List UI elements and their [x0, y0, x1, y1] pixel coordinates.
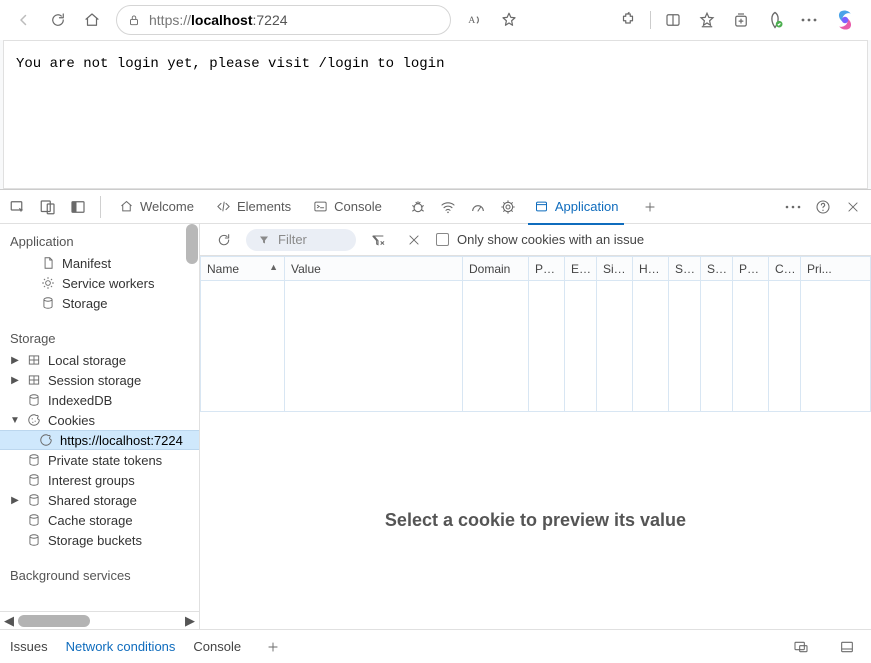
only-issue-checkbox[interactable]	[436, 233, 449, 246]
cookies-panel: Filter Only show cookies with an issue N…	[200, 224, 871, 629]
extensions-button[interactable]	[612, 4, 644, 36]
favorite-button[interactable]	[493, 4, 525, 36]
dock-side-button[interactable]	[64, 193, 92, 221]
filter-icon	[258, 234, 270, 246]
sidebar-item-local-storage[interactable]: ▶Local storage	[0, 350, 199, 370]
sidebar-item-storage-buckets[interactable]: Storage buckets	[0, 530, 199, 550]
col-size[interactable]: Size	[597, 257, 633, 281]
scrollbar-vertical[interactable]	[185, 224, 199, 629]
sidebar-item-session-storage[interactable]: ▶Session storage	[0, 370, 199, 390]
only-issue-label: Only show cookies with an issue	[457, 232, 644, 247]
drawer-tab-issues[interactable]: Issues	[10, 639, 48, 654]
devtools-help-button[interactable]	[809, 193, 837, 221]
cookies-toolbar: Filter Only show cookies with an issue	[200, 224, 871, 256]
tab-elements-label: Elements	[237, 199, 291, 214]
sidebar-item-cookies-origin[interactable]: https://localhost:7224	[0, 430, 199, 450]
read-aloud-button[interactable]: A	[459, 4, 491, 36]
refresh-cookies-button[interactable]	[210, 226, 238, 254]
tab-elements[interactable]: Elements	[206, 190, 301, 224]
col-pri[interactable]: Pri...	[801, 257, 871, 281]
collections-button[interactable]	[725, 4, 757, 36]
more-button[interactable]	[793, 4, 825, 36]
tab-welcome[interactable]: Welcome	[109, 190, 204, 224]
performance-icon[interactable]	[464, 193, 492, 221]
sidebar-item-cache-storage[interactable]: Cache storage	[0, 510, 199, 530]
cookies-filter-input[interactable]: Filter	[246, 229, 356, 251]
address-bar[interactable]: https://localhost:7224	[116, 5, 451, 35]
address-url: https://localhost:7224	[149, 12, 440, 28]
sidebar-item-indexeddb[interactable]: IndexedDB	[0, 390, 199, 410]
application-icon	[534, 199, 549, 214]
drawer-tab-console[interactable]: Console	[193, 639, 241, 654]
table-header-row: Name▲ValueDomainPathEx...SizeHtt...Se...…	[201, 257, 871, 281]
cookie-preview-empty: Select a cookie to preview its value	[200, 412, 871, 629]
filter-placeholder: Filter	[278, 232, 307, 247]
split-screen-button[interactable]	[657, 4, 689, 36]
col-sa[interactable]: Sa...	[701, 257, 733, 281]
clear-filter-button[interactable]	[364, 226, 392, 254]
col-path[interactable]: Path	[529, 257, 565, 281]
console-icon	[313, 199, 328, 214]
device-toggle-button[interactable]	[34, 193, 62, 221]
devtools-tabs: Welcome Elements Console Application	[0, 190, 871, 224]
table-row	[201, 281, 871, 411]
drawer-expand-button[interactable]	[833, 633, 861, 661]
col-name[interactable]: Name▲	[201, 257, 285, 281]
favorites-hub-button[interactable]	[691, 4, 723, 36]
refresh-button[interactable]	[42, 4, 74, 36]
drawer-more-tabs-button[interactable]	[259, 633, 287, 661]
col-value[interactable]: Value	[285, 257, 463, 281]
col-domain[interactable]: Domain	[463, 257, 529, 281]
sidebar-item-shared-storage[interactable]: ▶Shared storage	[0, 490, 199, 510]
performance-button[interactable]	[759, 4, 791, 36]
sidebar-item-manifest[interactable]: Manifest	[0, 253, 199, 273]
sidebar-item-interest-groups[interactable]: Interest groups	[0, 470, 199, 490]
devtools-more-button[interactable]	[779, 193, 807, 221]
devtools-close-button[interactable]	[839, 193, 867, 221]
scrollbar-horizontal[interactable]: ◀▶	[0, 611, 199, 629]
tab-welcome-label: Welcome	[140, 199, 194, 214]
sidebar-item-storage-overview[interactable]: Storage	[0, 293, 199, 313]
tab-application[interactable]: Application	[524, 190, 629, 224]
application-sidebar: Application Manifest Service workers Sto…	[0, 224, 200, 629]
browser-toolbar: https://localhost:7224 A	[0, 0, 871, 40]
cookies-table[interactable]: Name▲ValueDomainPathEx...SizeHtt...Se...…	[200, 256, 871, 412]
sidebar-item-private-state-tokens[interactable]: Private state tokens	[0, 450, 199, 470]
home-button[interactable]	[76, 4, 108, 36]
devtools-drawer: Issues Network conditions Console	[0, 629, 871, 663]
debugger-icon[interactable]	[404, 193, 432, 221]
more-tabs-button[interactable]	[636, 193, 664, 221]
sidebar-item-service-workers[interactable]: Service workers	[0, 273, 199, 293]
drawer-dock-button[interactable]	[787, 633, 815, 661]
tab-console-label: Console	[334, 199, 382, 214]
home-icon	[119, 199, 134, 214]
drawer-tab-network-conditions[interactable]: Network conditions	[66, 639, 176, 654]
lock-icon	[127, 13, 141, 27]
sidebar-group-background-services: Background services	[0, 562, 199, 587]
svg-text:A: A	[468, 15, 475, 26]
sidebar-group-storage: Storage	[0, 325, 199, 350]
sidebar-group-application: Application	[0, 228, 199, 253]
back-button[interactable]	[8, 4, 40, 36]
col-par[interactable]: Par...	[733, 257, 769, 281]
copilot-button[interactable]	[827, 4, 863, 36]
memory-icon[interactable]	[494, 193, 522, 221]
page-content: You are not login yet, please visit /log…	[3, 40, 868, 189]
col-htt[interactable]: Htt...	[633, 257, 669, 281]
separator	[650, 11, 651, 29]
col-cr[interactable]: Cr...	[769, 257, 801, 281]
devtools-panel: Welcome Elements Console Application	[0, 189, 871, 663]
col-ex[interactable]: Ex...	[565, 257, 597, 281]
sidebar-item-cookies[interactable]: ▼Cookies	[0, 410, 199, 430]
delete-cookie-button[interactable]	[400, 226, 428, 254]
tab-console[interactable]: Console	[303, 190, 392, 224]
code-icon	[216, 199, 231, 214]
tab-application-label: Application	[555, 199, 619, 214]
page-body-text: You are not login yet, please visit /log…	[16, 56, 444, 72]
col-se[interactable]: Se...	[669, 257, 701, 281]
network-icon[interactable]	[434, 193, 462, 221]
inspect-element-button[interactable]	[4, 193, 32, 221]
